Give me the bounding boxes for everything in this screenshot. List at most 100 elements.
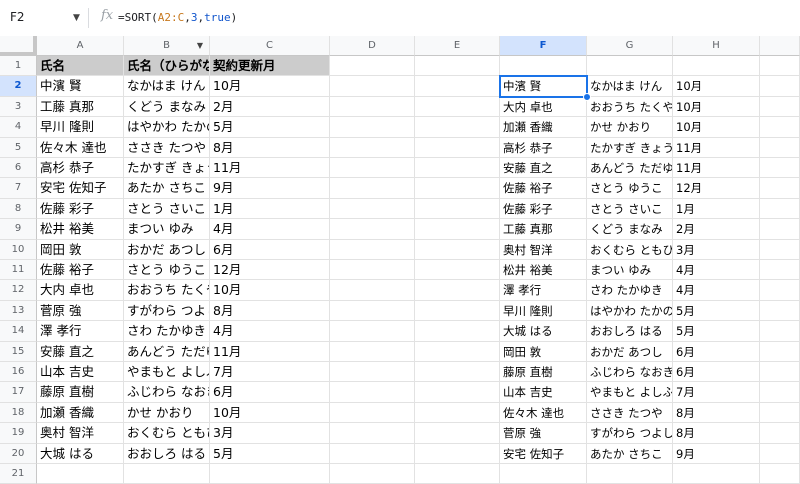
cell-h14[interactable]: 5月 bbox=[673, 321, 760, 342]
cell-d13[interactable] bbox=[330, 300, 415, 322]
row-header-4[interactable]: 4 bbox=[0, 117, 37, 138]
row-header-5[interactable]: 5 bbox=[0, 137, 37, 158]
cell-h16[interactable]: 6月 bbox=[673, 362, 760, 383]
cell-d6[interactable] bbox=[330, 158, 415, 179]
cell-e14[interactable] bbox=[415, 321, 500, 342]
cell-a10[interactable]: 岡田 敦 bbox=[37, 239, 124, 260]
cell-a19[interactable]: 奥村 智洋 bbox=[37, 423, 124, 444]
cell-d12[interactable] bbox=[330, 280, 415, 301]
cell-extra-8[interactable] bbox=[760, 198, 800, 220]
cell-c2[interactable]: 10月 bbox=[210, 76, 330, 97]
cell-d10[interactable] bbox=[330, 239, 415, 260]
row-header-16[interactable]: 16 bbox=[0, 362, 37, 383]
cell-c12[interactable]: 10月 bbox=[210, 280, 330, 301]
column-header-e[interactable]: E bbox=[415, 36, 500, 56]
cell-d7[interactable] bbox=[330, 178, 415, 199]
row-header-14[interactable]: 14 bbox=[0, 321, 37, 342]
cell-g11[interactable]: まつい ゆみ bbox=[587, 260, 673, 281]
cell-g7[interactable]: さとう ゆうこ bbox=[587, 178, 673, 199]
cell-h3[interactable]: 10月 bbox=[673, 96, 760, 118]
cell-f15[interactable]: 岡田 敦 bbox=[500, 341, 587, 362]
cell-g12[interactable]: さわ たかゆき bbox=[587, 280, 673, 301]
cell-g13[interactable]: はやかわ たかのり bbox=[587, 300, 673, 322]
cell-b11[interactable]: さとう ゆうこ bbox=[124, 260, 210, 281]
cell-h19[interactable]: 8月 bbox=[673, 423, 760, 444]
cell-c18[interactable]: 10月 bbox=[210, 402, 330, 424]
cell-g15[interactable]: おかだ あつし bbox=[587, 341, 673, 362]
cell-e7[interactable] bbox=[415, 178, 500, 199]
cell-extra-2[interactable] bbox=[760, 76, 800, 97]
cell-a20[interactable]: 大城 はる bbox=[37, 443, 124, 464]
cell-extra-6[interactable] bbox=[760, 158, 800, 179]
row-header-11[interactable]: 11 bbox=[0, 260, 37, 281]
cell-e16[interactable] bbox=[415, 362, 500, 383]
cell-h6[interactable]: 11月 bbox=[673, 158, 760, 179]
cell-b14[interactable]: さわ たかゆき bbox=[124, 321, 210, 342]
cell-a11[interactable]: 佐藤 裕子 bbox=[37, 260, 124, 281]
cell-a16[interactable]: 山本 吉史 bbox=[37, 362, 124, 383]
cell-a2[interactable]: 中濱 賢 bbox=[37, 76, 124, 97]
cell-a17[interactable]: 藤原 直樹 bbox=[37, 382, 124, 403]
row-header-8[interactable]: 8 bbox=[0, 198, 37, 220]
cell-d11[interactable] bbox=[330, 260, 415, 281]
cell-h20[interactable]: 9月 bbox=[673, 443, 760, 464]
row-header-3[interactable]: 3 bbox=[0, 96, 37, 118]
cell-e21[interactable] bbox=[415, 464, 500, 484]
cell-e3[interactable] bbox=[415, 96, 500, 118]
cell-e9[interactable] bbox=[415, 219, 500, 240]
header-cell-a[interactable]: 氏名 bbox=[37, 56, 124, 77]
column-header-g[interactable]: G bbox=[587, 36, 673, 56]
cell-a7[interactable]: 安宅 佐知子 bbox=[37, 178, 124, 199]
cell-c19[interactable]: 3月 bbox=[210, 423, 330, 444]
cell-a12[interactable]: 大内 卓也 bbox=[37, 280, 124, 301]
cell-e18[interactable] bbox=[415, 402, 500, 424]
cell-g17[interactable]: やまもと よしふみ bbox=[587, 382, 673, 403]
cell-h9[interactable]: 2月 bbox=[673, 219, 760, 240]
cell-g3[interactable]: おおうち たくや bbox=[587, 96, 673, 118]
cell-a6[interactable]: 高杉 恭子 bbox=[37, 158, 124, 179]
cell-d1[interactable] bbox=[330, 56, 415, 77]
cell-b18[interactable]: かせ かおり bbox=[124, 402, 210, 424]
cell-g20[interactable]: あたか さちこ bbox=[587, 443, 673, 464]
fill-handle[interactable] bbox=[583, 92, 591, 101]
column-header-h[interactable]: H bbox=[673, 36, 760, 56]
cell-extra-9[interactable] bbox=[760, 219, 800, 240]
cell-c4[interactable]: 5月 bbox=[210, 117, 330, 138]
cell-b12[interactable]: おおうち たくや bbox=[124, 280, 210, 301]
row-header-7[interactable]: 7 bbox=[0, 178, 37, 199]
cell-e20[interactable] bbox=[415, 443, 500, 464]
cell-extra-1[interactable] bbox=[760, 56, 800, 77]
cell-h10[interactable]: 3月 bbox=[673, 239, 760, 260]
cell-c21[interactable] bbox=[210, 464, 330, 484]
cell-b10[interactable]: おかだ あつし bbox=[124, 239, 210, 260]
cell-c11[interactable]: 12月 bbox=[210, 260, 330, 281]
cell-d5[interactable] bbox=[330, 137, 415, 158]
cell-e1[interactable] bbox=[415, 56, 500, 77]
cell-h21[interactable] bbox=[673, 464, 760, 484]
cell-b16[interactable]: やまもと よしふみ bbox=[124, 362, 210, 383]
cell-b7[interactable]: あたか さちこ bbox=[124, 178, 210, 199]
cell-f17[interactable]: 山本 吉史 bbox=[500, 382, 587, 403]
cell-g18[interactable]: ささき たつや bbox=[587, 402, 673, 424]
cell-a15[interactable]: 安藤 直之 bbox=[37, 341, 124, 362]
cell-h11[interactable]: 4月 bbox=[673, 260, 760, 281]
cell-a8[interactable]: 佐藤 彩子 bbox=[37, 198, 124, 220]
header-cell-c[interactable]: 契約更新月 bbox=[210, 56, 330, 77]
cell-extra-12[interactable] bbox=[760, 280, 800, 301]
cell-extra-11[interactable] bbox=[760, 260, 800, 281]
cell-b20[interactable]: おおしろ はる bbox=[124, 443, 210, 464]
row-header-9[interactable]: 9 bbox=[0, 219, 37, 240]
row-header-2[interactable]: 2 bbox=[0, 76, 37, 97]
row-header-17[interactable]: 17 bbox=[0, 382, 37, 403]
chevron-down-icon[interactable]: ▼ bbox=[73, 13, 80, 23]
cell-a21[interactable] bbox=[37, 464, 124, 484]
row-header-12[interactable]: 12 bbox=[0, 280, 37, 301]
cell-e8[interactable] bbox=[415, 198, 500, 220]
cell-c15[interactable]: 11月 bbox=[210, 341, 330, 362]
cell-g5[interactable]: たかすぎ きょうこ bbox=[587, 137, 673, 158]
cell-d19[interactable] bbox=[330, 423, 415, 444]
cell-a13[interactable]: 菅原 強 bbox=[37, 300, 124, 322]
cell-g16[interactable]: ふじわら なおき bbox=[587, 362, 673, 383]
cell-d16[interactable] bbox=[330, 362, 415, 383]
cell-d17[interactable] bbox=[330, 382, 415, 403]
